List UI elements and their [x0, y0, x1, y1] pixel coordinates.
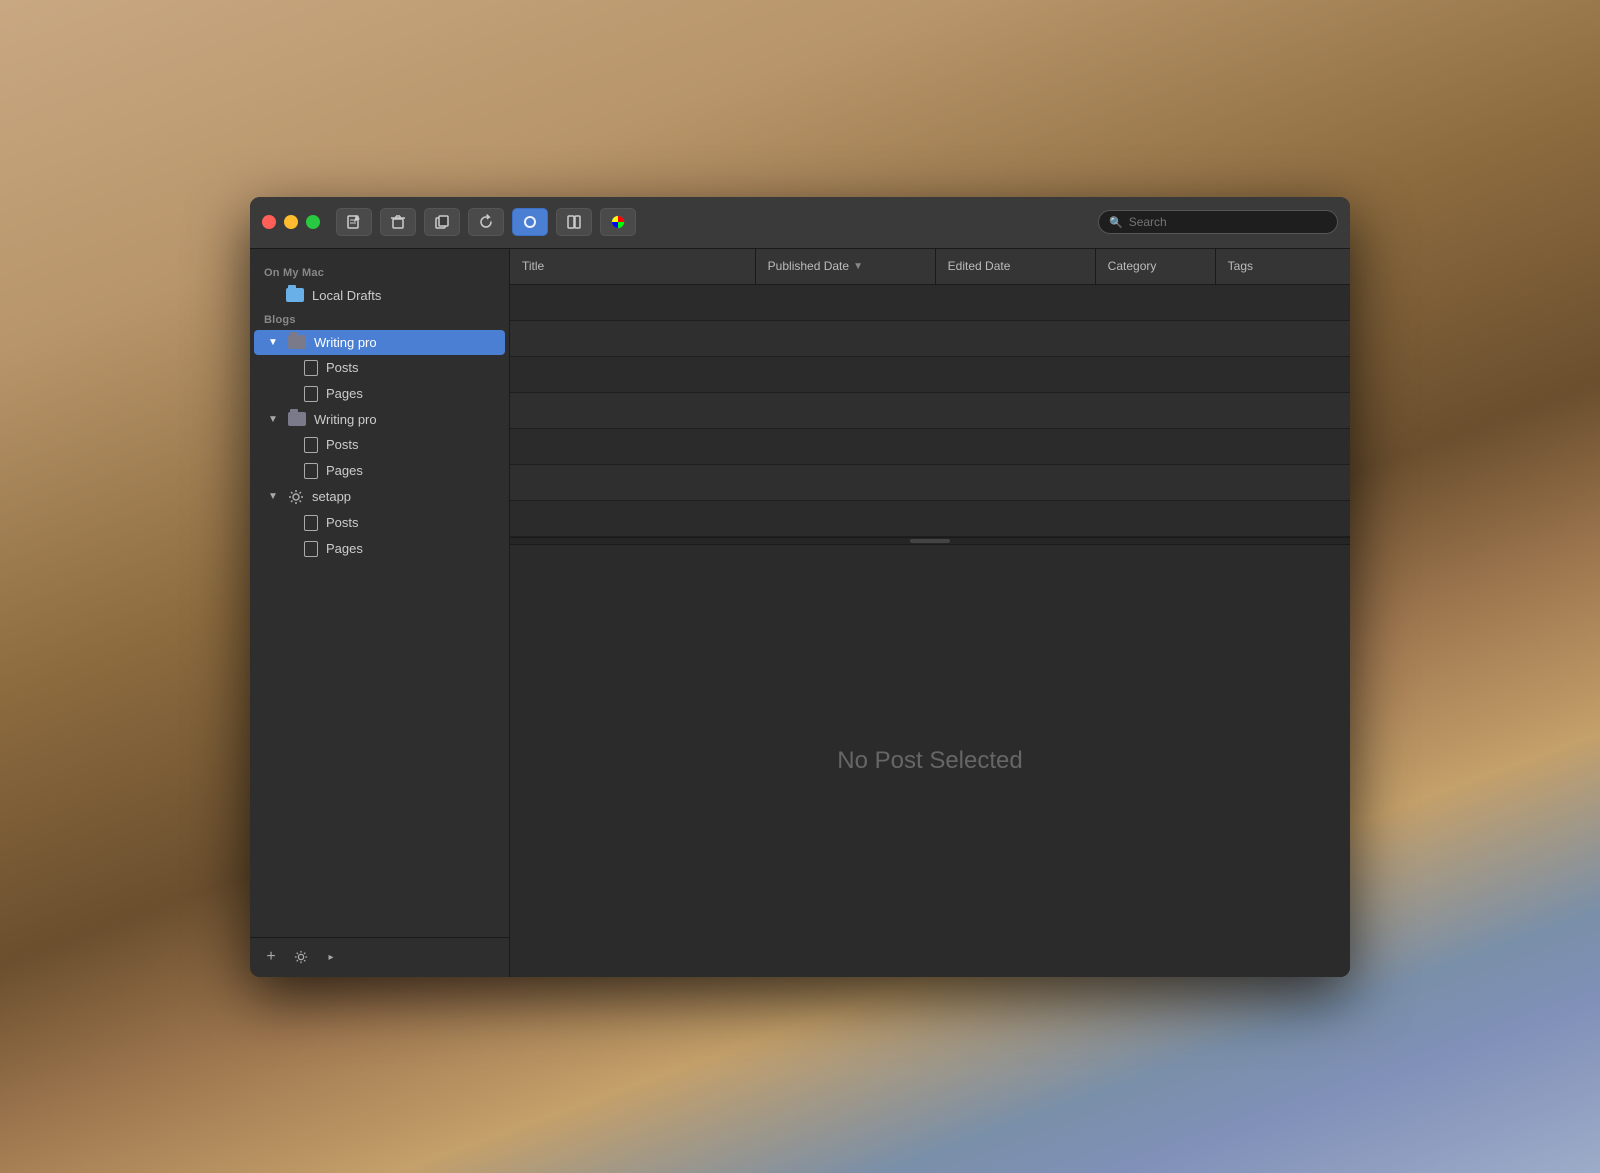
table-row[interactable] [510, 393, 1350, 429]
pages-2-label: Pages [326, 463, 491, 478]
sidebar-item-pages-2[interactable]: Pages [254, 458, 505, 484]
posts-1-label: Posts [326, 360, 491, 375]
col-title[interactable]: Title [510, 249, 756, 284]
sidebar-item-writing-pro-1[interactable]: ▼ Writing pro [254, 330, 505, 355]
col-published-date[interactable]: Published Date ▼ [756, 249, 936, 284]
post-list [510, 285, 1350, 537]
sidebar-item-local-drafts[interactable]: Local Drafts [254, 283, 505, 308]
sidebar-item-posts-3[interactable]: Posts [254, 510, 505, 536]
compose-button[interactable] [336, 208, 372, 236]
folder-blue-icon [286, 288, 304, 302]
posts-2-label: Posts [326, 437, 491, 452]
no-post-label: No Post Selected [837, 747, 1022, 775]
pages-3-label: Pages [326, 541, 491, 556]
table-row[interactable] [510, 285, 1350, 321]
delete-button[interactable] [380, 208, 416, 236]
resize-handle[interactable] [910, 539, 950, 543]
chevron-down-icon-3: ▼ [268, 491, 280, 502]
maximize-button[interactable] [306, 215, 320, 229]
main-content: On My Mac Local Drafts Blogs ▼ Writing p… [250, 249, 1350, 977]
search-bar[interactable]: 🔍 [1098, 210, 1338, 234]
local-drafts-label: Local Drafts [312, 288, 491, 303]
table-row[interactable] [510, 429, 1350, 465]
col-edited-date[interactable]: Edited Date [936, 249, 1096, 284]
chevron-down-icon: ▼ [268, 337, 280, 348]
writing-pro-1-label: Writing pro [314, 335, 491, 350]
setapp-label: setapp [312, 489, 491, 504]
sidebar-item-pages-3[interactable]: Pages [254, 536, 505, 562]
sidebar-item-pages-1[interactable]: Pages [254, 381, 505, 407]
right-panel: Title Published Date ▼ Edited Date Categ… [510, 249, 1350, 977]
table-row[interactable] [510, 357, 1350, 393]
traffic-lights [262, 215, 320, 229]
titlebar: 🔍 [250, 197, 1350, 249]
sidebar-item-posts-2[interactable]: Posts [254, 432, 505, 458]
table-row[interactable] [510, 465, 1350, 501]
search-input[interactable] [1129, 215, 1327, 229]
panel-divider [510, 537, 1350, 545]
close-button[interactable] [262, 215, 276, 229]
preview-area: No Post Selected [510, 545, 1350, 977]
minimize-button[interactable] [284, 215, 298, 229]
doc-icon-3 [304, 463, 318, 479]
colors-button[interactable] [600, 208, 636, 236]
table-row[interactable] [510, 501, 1350, 537]
copy-button[interactable] [424, 208, 460, 236]
search-icon: 🔍 [1109, 216, 1123, 229]
sidebar: On My Mac Local Drafts Blogs ▼ Writing p… [250, 249, 510, 977]
table-row[interactable] [510, 321, 1350, 357]
doc-icon [304, 386, 318, 402]
col-tags[interactable]: Tags [1216, 249, 1350, 284]
folder-dark-icon [288, 335, 306, 349]
section-label-blogs: Blogs [250, 308, 509, 330]
table-header: Title Published Date ▼ Edited Date Categ… [510, 249, 1350, 285]
doc-icon-5 [304, 541, 318, 557]
section-label-on-my-mac: On My Mac [250, 261, 509, 283]
posts-3-label: Posts [326, 515, 491, 530]
bookmark-button[interactable] [512, 208, 548, 236]
sidebar-item-posts-1[interactable]: Posts [254, 355, 505, 381]
refresh-button[interactable] [468, 208, 504, 236]
sort-arrow-icon: ▼ [853, 261, 863, 272]
layout-button[interactable] [556, 208, 592, 236]
pages-1-label: Pages [326, 386, 491, 401]
col-category[interactable]: Category [1096, 249, 1216, 284]
writing-pro-2-label: Writing pro [314, 412, 491, 427]
gear-settings-button[interactable] [288, 946, 314, 968]
sidebar-item-setapp[interactable]: ▼ setapp [254, 484, 505, 510]
add-button[interactable]: + [258, 946, 284, 968]
doc-icon-4 [304, 515, 318, 531]
doc-icon-2 [304, 437, 318, 453]
sidebar-content: On My Mac Local Drafts Blogs ▼ Writing p… [250, 249, 509, 937]
gear-icon [288, 489, 304, 505]
sidebar-item-writing-pro-2[interactable]: ▼ Writing pro [254, 407, 505, 432]
folder-dark-icon-2 [288, 412, 306, 426]
sidebar-footer: + ▸ [250, 937, 509, 977]
doc-icon [304, 360, 318, 376]
arrow-button[interactable]: ▸ [318, 946, 344, 968]
app-window: 🔍 On My Mac Local Drafts Blogs ▼ W [250, 197, 1350, 977]
chevron-down-icon-2: ▼ [268, 414, 280, 425]
